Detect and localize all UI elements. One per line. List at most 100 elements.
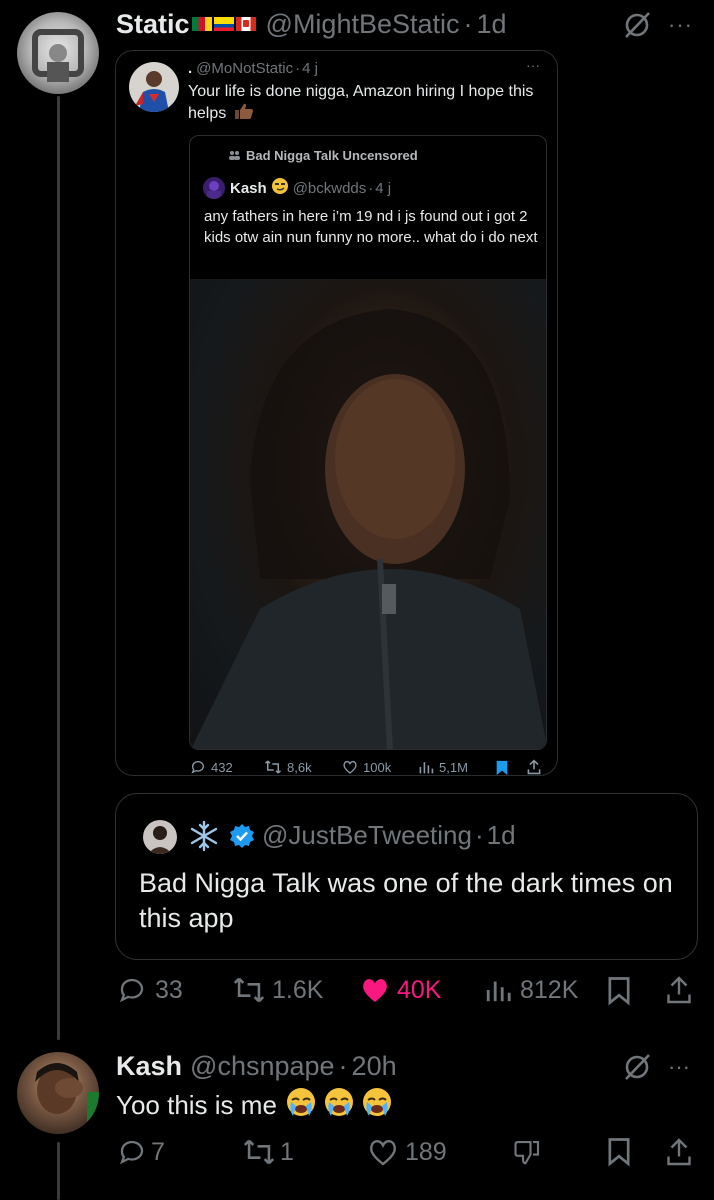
- community-icon: [228, 148, 240, 163]
- crying-emoji-icon: [323, 1086, 355, 1125]
- thread-line-top: [57, 96, 60, 1040]
- smirk-emoji-icon: [271, 177, 289, 199]
- photo-image: [190, 309, 546, 749]
- inner-photo[interactable]: [190, 279, 546, 749]
- flag-cameroon-icon: [191, 17, 212, 31]
- quote-handle[interactable]: @MoNotStatic: [196, 60, 293, 77]
- post2-time[interactable]: 20h: [352, 1051, 397, 1082]
- quoted-tweet[interactable]: @JustBeTweeting · 1d Bad Nigga Talk was …: [115, 793, 698, 960]
- heart-filled-icon: [363, 979, 387, 1002]
- quote-prefix: .: [188, 60, 193, 77]
- views-button[interactable]: 812K: [484, 975, 578, 1005]
- avatar-kash[interactable]: [17, 1052, 99, 1134]
- post2-handle[interactable]: @chsnpape: [190, 1051, 335, 1082]
- more-icon[interactable]: ···: [668, 12, 693, 38]
- inner-quoted-card[interactable]: Bad Nigga Talk Uncensored Kash @bckwdds …: [189, 135, 547, 750]
- reply-icon: [191, 761, 204, 774]
- post2-text: Yoo this is me: [116, 1089, 277, 1120]
- flag-canada-icon: [235, 17, 256, 31]
- quote-time[interactable]: 4 j: [302, 60, 318, 77]
- quote-reply-count: 432: [211, 759, 233, 775]
- post2-dot: ·: [338, 1050, 348, 1081]
- quote-repost-count: 8,6k: [287, 759, 312, 775]
- bookmark-icon[interactable]: [606, 976, 632, 1011]
- views-icon: [486, 981, 511, 1002]
- avatar-justbetweeting[interactable]: [143, 820, 177, 854]
- avatar-kash-inner[interactable]: [203, 177, 225, 199]
- heart-icon: [369, 1139, 397, 1166]
- repost-icon: [243, 1139, 275, 1165]
- post2-repost-count: 1: [280, 1137, 294, 1166]
- quoted-screenshot[interactable]: . @MoNotStatic · 4 j ··· Your life is do…: [115, 50, 558, 776]
- like-button[interactable]: 40K: [359, 975, 441, 1005]
- avatar-image: [32, 29, 84, 82]
- community-name: Bad Nigga Talk Uncensored: [246, 148, 418, 163]
- repost-button[interactable]: 1.6K: [232, 975, 323, 1005]
- post2-more-icon[interactable]: ···: [668, 1054, 690, 1080]
- post2-reply-button[interactable]: 7: [117, 1137, 165, 1167]
- crying-emoji-icon: [285, 1086, 317, 1125]
- reply-button[interactable]: 33: [117, 975, 183, 1005]
- views-icon: [419, 762, 434, 774]
- inner-author[interactable]: Kash: [230, 180, 267, 197]
- quote2-handle[interactable]: @JustBeTweeting: [262, 820, 472, 851]
- quote-header: . @MoNotStatic · 4 j: [188, 60, 318, 77]
- avatar-monotstatic[interactable]: [129, 62, 179, 112]
- superman-avatar-image: [135, 71, 169, 112]
- post2-repost-button[interactable]: 1: [242, 1137, 294, 1167]
- quote-views-button[interactable]: 5,1M: [418, 759, 468, 775]
- community-label[interactable]: Bad Nigga Talk Uncensored: [228, 148, 418, 163]
- quote-repost-button[interactable]: 8,6k: [264, 759, 312, 775]
- post2-share-icon[interactable]: [664, 1137, 694, 1172]
- inner-header: Kash @bckwdds · 4 j: [230, 177, 391, 199]
- quote-text-block: Your life is done nigga, Amazon hiring I…: [188, 81, 538, 126]
- post2-text-line: Yoo this is me: [116, 1087, 393, 1123]
- inner-text: any fathers in here i’m 19 nd i js found…: [204, 208, 538, 246]
- inner-time[interactable]: 4 j: [375, 180, 391, 197]
- post2-like-button[interactable]: 189: [367, 1137, 447, 1167]
- post2-display-name[interactable]: Kash: [116, 1051, 182, 1082]
- reply-count: 33: [155, 975, 183, 1004]
- quote2-header: @JustBeTweeting · 1d: [262, 820, 516, 851]
- timestamp[interactable]: 1d: [477, 9, 507, 40]
- quote-bookmark-icon[interactable]: [495, 760, 509, 781]
- quote-share-icon[interactable]: [526, 759, 542, 780]
- post1-header: Static @MightBeStatic · 1d: [116, 6, 507, 42]
- quote-more-icon[interactable]: ···: [526, 57, 540, 73]
- avatar-kash-image: [35, 1063, 99, 1122]
- downvote-icon[interactable]: [513, 1137, 543, 1172]
- flag-ecuador-icon: [213, 17, 234, 31]
- post2-like-count: 189: [405, 1137, 447, 1166]
- inner-dot: ·: [368, 179, 374, 197]
- quote2-text: Bad Nigga Talk was one of the dark times…: [139, 868, 673, 933]
- quote2-time[interactable]: 1d: [487, 820, 516, 851]
- quote-like-count: 100k: [363, 759, 392, 775]
- crying-emoji-icon: [361, 1086, 393, 1125]
- quote-dot: ·: [295, 60, 301, 77]
- avatar-static[interactable]: [17, 12, 99, 94]
- thread-line-bottom: [57, 1142, 60, 1200]
- grok-icon[interactable]: [622, 10, 652, 45]
- quote-reply-button[interactable]: 432: [190, 759, 233, 775]
- handle[interactable]: @MightBeStatic: [266, 9, 460, 40]
- snowflake-icon: [188, 820, 220, 857]
- post2-bookmark-icon[interactable]: [606, 1137, 632, 1172]
- post2-grok-icon[interactable]: [622, 1052, 652, 1087]
- verified-icon: [229, 823, 255, 854]
- post2-reply-count: 7: [151, 1137, 165, 1166]
- avatar-justbe-image: [148, 826, 172, 854]
- reply-icon: [119, 1140, 144, 1165]
- quote-like-button[interactable]: 100k: [342, 759, 391, 775]
- inner-handle[interactable]: @bckwdds: [293, 180, 367, 197]
- repost-icon: [264, 760, 282, 774]
- separator-dot: ·: [463, 8, 473, 39]
- share-icon[interactable]: [664, 975, 694, 1010]
- views-count: 812K: [520, 975, 579, 1004]
- display-name[interactable]: Static: [116, 9, 190, 40]
- reply-icon: [119, 978, 144, 1003]
- avatar-inner-image: [207, 181, 221, 199]
- post2-header: Kash @chsnpape · 20h: [116, 1048, 397, 1084]
- repost-count: 1.6K: [272, 975, 324, 1004]
- thumbs-up-icon: [233, 102, 255, 126]
- heart-icon: [343, 760, 357, 774]
